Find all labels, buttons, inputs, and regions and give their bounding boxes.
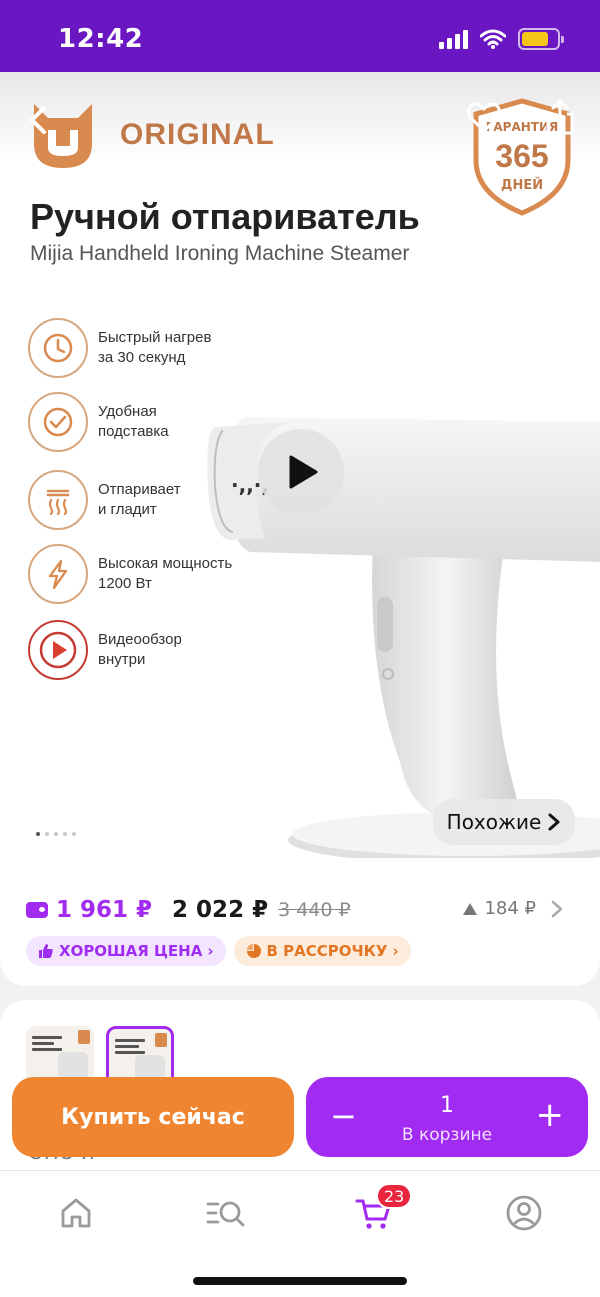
share-icon: [546, 99, 574, 135]
carousel-dot[interactable]: [72, 832, 76, 836]
feature-line: Удобная: [98, 403, 157, 420]
profile-icon: [506, 1195, 542, 1231]
chevron-left-icon: [30, 106, 46, 134]
chevron-right-icon: [548, 813, 560, 831]
status-bar: 12:42: [0, 0, 600, 72]
warranty-unit: ДНЕЙ: [500, 178, 544, 193]
price-row: 1 961 ₽ 2 022 ₽ 3 440 ₽: [26, 894, 351, 926]
tab-catalog[interactable]: [206, 1193, 246, 1233]
carousel-dot[interactable]: [63, 832, 67, 836]
battery-level: [522, 32, 548, 46]
product-subtitle: Mijia Handheld Ironing Machine Steamer: [30, 242, 410, 265]
feature-line: Быстрый нагрев: [98, 329, 212, 346]
wifi-icon: [480, 29, 506, 49]
home-indicator[interactable]: [193, 1277, 407, 1285]
share-button[interactable]: [542, 98, 578, 136]
price-badges: ХОРОШАЯ ЦЕНА › В РАССРОЧКУ ›: [26, 936, 411, 966]
buy-now-button[interactable]: Купить сейчас: [12, 1077, 294, 1157]
feature-line: и гладит: [98, 501, 157, 518]
good-price-label: ХОРОШАЯ ЦЕНА: [59, 942, 203, 960]
product-steamer-image: ·,,·,: [207, 417, 600, 862]
lightning-icon: [28, 544, 88, 604]
cart-count-badge: 23: [376, 1183, 413, 1209]
price-card: 1 961 ₽ 2 022 ₽ 3 440 ₽ 184 ₽ ХОРОШАЯ ЦЕ…: [0, 858, 600, 986]
play-video-button[interactable]: [258, 429, 344, 515]
carousel-dot[interactable]: [45, 832, 49, 836]
feature-line: Видеообзор: [98, 631, 182, 648]
steam-icon: [28, 470, 88, 530]
carousel-dot[interactable]: [54, 832, 58, 836]
feature-line: внутри: [98, 651, 146, 668]
thumbs-up-icon: [39, 944, 53, 958]
brand-label: ORIGINAL: [120, 118, 275, 151]
checkmark-icon: [28, 392, 88, 452]
chevron-right-icon: ›: [207, 942, 214, 960]
tab-home[interactable]: [56, 1193, 96, 1233]
battery-icon: [518, 28, 564, 50]
wallet-card-icon: [26, 902, 48, 918]
cart-quantity-control: − 1 В корзине +: [306, 1077, 588, 1157]
old-price: 3 440 ₽: [278, 899, 351, 921]
carousel-dot[interactable]: [36, 832, 40, 836]
play-icon: [289, 455, 318, 489]
product-image-carousel[interactable]: ORIGINAL ГАРАНТИЯ 365 ДНЕЙ Ручной отпари…: [0, 72, 600, 872]
pie-chart-icon: [246, 944, 261, 958]
increase-quantity-button[interactable]: +: [536, 1095, 565, 1135]
status-time: 12:42: [58, 24, 144, 54]
warranty-days: 365: [495, 138, 549, 174]
home-icon: [61, 1198, 91, 1228]
video-icon: [28, 620, 88, 680]
feature-line: 1200 Вт: [98, 575, 152, 592]
installment-badge[interactable]: В РАССРОЧКУ ›: [233, 936, 411, 966]
similar-label: Похожие: [446, 810, 542, 834]
good-price-badge[interactable]: ХОРОШАЯ ЦЕНА ›: [26, 936, 226, 966]
price-drop-value: 184 ₽: [484, 898, 536, 919]
tab-profile[interactable]: [504, 1193, 544, 1233]
favorite-button[interactable]: [466, 100, 502, 136]
price-history-button[interactable]: 184 ₽: [462, 898, 564, 919]
card-price: 1 961 ₽: [56, 897, 153, 923]
carousel-dots: [36, 832, 76, 836]
installment-label: В РАССРОЧКУ: [266, 942, 388, 960]
similar-button[interactable]: Похожие: [433, 799, 575, 845]
main-price: 2 022 ₽: [172, 897, 269, 923]
triangle-up-icon: [463, 902, 478, 915]
status-icons: [439, 28, 564, 50]
clock-icon: [28, 318, 88, 378]
chevron-right-icon: [551, 900, 563, 917]
catalog-search-icon: [206, 1201, 245, 1227]
signal-icon: [439, 29, 468, 49]
feature-line: Отпаривает: [98, 481, 181, 498]
feature-line: за 30 секунд: [98, 349, 186, 366]
chevron-right-icon: ›: [392, 942, 399, 960]
heart-icon: [467, 102, 501, 133]
product-title: Ручной отпариватель: [30, 196, 420, 237]
feature-line: подставка: [98, 423, 169, 440]
back-button[interactable]: [20, 100, 60, 140]
